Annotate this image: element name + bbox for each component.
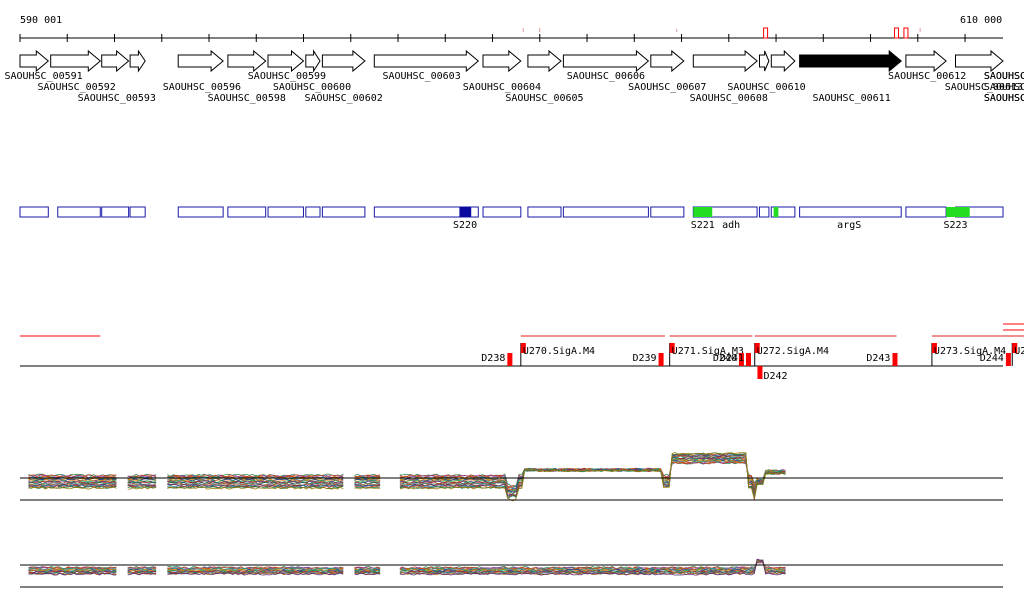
gene-arrow <box>19 49 50 73</box>
genome-browser: 590 001 610 000 SAOUHSC_00591SAOUHSC_005… <box>4 15 1024 588</box>
gene-label: SAOUHSC_00607 <box>628 82 706 93</box>
feature-box <box>562 206 649 218</box>
gene-arrow <box>482 49 522 73</box>
gene-arrow <box>562 49 650 73</box>
gene-track: SAOUHSC_00591SAOUHSC_00592SAOUHSC_00593 S… <box>4 49 1024 104</box>
gene-label: SAOUHSC_00602 <box>304 93 382 104</box>
gene-arrow <box>905 49 947 73</box>
gene-label: SAOUHSC_00603 <box>382 71 460 82</box>
gene-label: SAOUHSC_00617 <box>984 93 1024 104</box>
gene-label: SAOUHSC_00612 <box>888 71 966 82</box>
feature-track: S220 S221 adh argS S223 <box>19 206 1004 231</box>
gene-arrow <box>227 49 267 73</box>
segment-label: U270.SigA.M4 <box>523 346 595 357</box>
feature-box <box>321 206 366 218</box>
gene-label: SAOUHSC_00618 <box>984 71 1024 82</box>
down-flag <box>1005 353 1011 366</box>
feature-box <box>527 206 562 218</box>
down-flag <box>746 353 752 366</box>
feature-label: S220 <box>453 220 477 231</box>
gene-arrow <box>373 49 480 73</box>
down-flag <box>658 353 664 366</box>
gene-label: SAOUHSC_00608 <box>690 93 768 104</box>
ruler-marker <box>763 27 769 39</box>
gene-label: SAOUHSC_00599 <box>248 71 326 82</box>
gene-label: SAOUHSC_00611 <box>812 93 890 104</box>
segment-label: U274.SigA.M4 <box>1014 346 1024 357</box>
down-flag <box>507 353 513 366</box>
coord-end-label: 610 000 <box>960 15 1002 26</box>
gene-label: SAOUHSC_00616 <box>984 82 1024 93</box>
gene-arrow <box>692 49 758 73</box>
feature-label: S223 <box>944 220 968 231</box>
down-label: D244 <box>980 353 1004 364</box>
feature-box <box>758 206 770 218</box>
expression-track-2 <box>20 558 1003 588</box>
gene-arrow <box>267 49 305 73</box>
ruler-marker <box>903 27 909 39</box>
gene-label: SAOUHSC_00592 <box>38 82 116 93</box>
gene-arrow <box>129 49 146 73</box>
feature-box <box>227 206 267 218</box>
gene-arrow <box>650 49 685 73</box>
gene-arrow-selected <box>799 49 902 73</box>
down-flag <box>757 366 763 379</box>
gene-arrow <box>527 49 562 73</box>
down-label: D239 <box>632 353 656 364</box>
feature-box <box>129 206 146 218</box>
feature-box <box>905 206 947 218</box>
feature-label: argS <box>837 220 861 231</box>
feature-box <box>267 206 304 218</box>
expression-track-1 <box>20 451 1003 502</box>
down-label: D242 <box>763 371 787 382</box>
ruler-track <box>19 27 1003 42</box>
feature-label: adh <box>722 220 740 231</box>
gene-arrow <box>50 49 102 73</box>
feature-box <box>482 206 522 218</box>
gene-label: SAOUHSC_00591 <box>4 71 82 82</box>
feature-box <box>799 206 902 218</box>
feature-box <box>57 206 101 218</box>
gene-arrow <box>955 49 1004 73</box>
segment-label: U272.SigA.M4 <box>757 346 829 357</box>
gene-label: SAOUHSC_00600 <box>273 82 351 93</box>
gene-arrow <box>177 49 224 73</box>
gene-label: SAOUHSC_00596 <box>163 82 241 93</box>
feature-mark <box>946 207 970 217</box>
gene-label: SAOUHSC_00598 <box>208 93 286 104</box>
feature-box <box>305 206 321 218</box>
down-label: D241 <box>720 353 744 364</box>
gene-arrow <box>759 50 770 72</box>
gene-label: SAOUHSC_00593 <box>78 93 156 104</box>
feature-mark <box>459 207 472 217</box>
feature-mark <box>773 207 779 217</box>
ruler-marker <box>893 27 899 39</box>
feature-box <box>177 206 224 218</box>
feature-box <box>650 206 685 218</box>
feature-box <box>19 206 49 218</box>
segment-track: U270.SigA.M4 U271.SigA.M3 U272.SigA.M4 U273… <box>20 323 1024 382</box>
gene-label: SAOUHSC_00604 <box>463 82 541 93</box>
down-label: D243 <box>866 353 890 364</box>
gene-arrow <box>305 49 321 73</box>
gene-label: SAOUHSC_00605 <box>505 93 583 104</box>
coord-start-label: 590 001 <box>20 15 62 26</box>
gene-label: SAOUHSC_00606 <box>567 71 645 82</box>
down-label: D238 <box>481 353 505 364</box>
gene-label: SAOUHSC_00610 <box>727 82 805 93</box>
down-flag <box>892 353 898 366</box>
gene-arrow <box>101 49 130 73</box>
gene-arrow <box>321 49 366 73</box>
feature-mark <box>693 207 713 217</box>
feature-label: S221 <box>691 220 715 231</box>
feature-box <box>101 206 130 218</box>
gene-arrow <box>770 49 796 73</box>
